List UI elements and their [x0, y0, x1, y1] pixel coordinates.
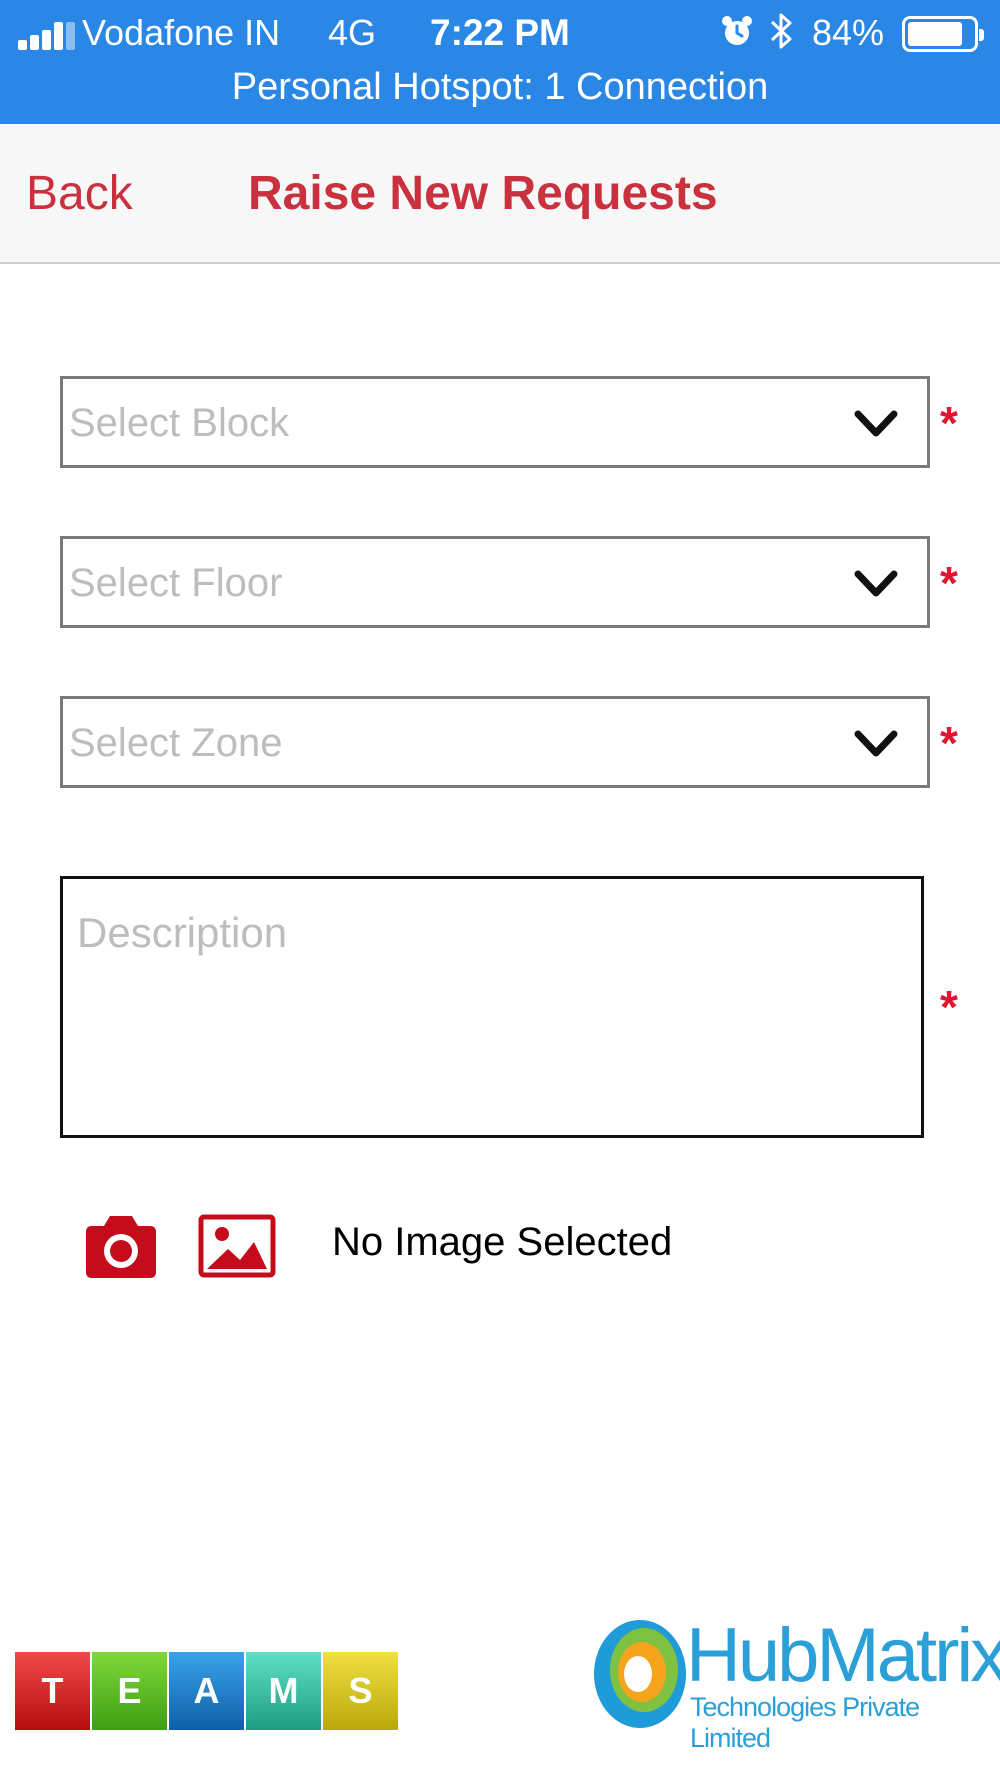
- clock: 7:22 PM: [430, 12, 570, 53]
- required-marker: *: [940, 397, 958, 449]
- required-marker: *: [940, 717, 958, 769]
- company-name: HubMatrix: [686, 1613, 1000, 1698]
- company-tagline: Technologies Private Limited: [690, 1692, 920, 1753]
- back-button[interactable]: Back: [26, 166, 133, 221]
- hubmatrix-logo: HubMatrix Technologies Private Limited: [590, 1612, 1000, 1753]
- chevron-down-icon: [854, 730, 898, 757]
- teams-logo-letter: T: [15, 1652, 90, 1730]
- alarm-icon: [722, 16, 752, 45]
- hubmatrix-mark-icon: [594, 1620, 686, 1728]
- teams-logo-letter: E: [92, 1652, 167, 1730]
- signal-strength-icon: [18, 22, 75, 50]
- status-bar: Vodafone IN 4G 7:22 PM 84% Personal Hots…: [0, 0, 1000, 124]
- battery-icon: [902, 16, 984, 52]
- select-block-placeholder: Select Block: [69, 401, 290, 445]
- select-block-dropdown[interactable]: Select Block: [60, 376, 930, 468]
- battery-percentage: 84%: [812, 12, 885, 53]
- navigation-bar: Back Raise New Requests: [0, 124, 1000, 264]
- required-marker: *: [940, 557, 958, 609]
- select-zone-placeholder: Select Zone: [69, 721, 283, 765]
- description-textarea[interactable]: Description: [60, 876, 924, 1138]
- image-gallery-icon[interactable]: [198, 1214, 276, 1278]
- image-status-text: No Image Selected: [332, 1220, 673, 1264]
- chevron-down-icon: [854, 410, 898, 437]
- camera-icon[interactable]: [82, 1212, 160, 1280]
- select-floor-dropdown[interactable]: Select Floor: [60, 536, 930, 628]
- chevron-down-icon: [854, 570, 898, 597]
- teams-logo-letter: A: [169, 1652, 244, 1730]
- select-floor-placeholder: Select Floor: [69, 561, 283, 605]
- teams-logo-letter: M: [246, 1652, 321, 1730]
- bluetooth-icon: [770, 13, 792, 49]
- required-marker: *: [940, 981, 958, 1033]
- network-type: 4G: [328, 12, 377, 53]
- description-placeholder: Description: [77, 909, 288, 956]
- page-title: Raise New Requests: [248, 167, 718, 220]
- teams-logo-letter: S: [323, 1652, 398, 1730]
- select-zone-dropdown[interactable]: Select Zone: [60, 696, 930, 788]
- carrier-name: Vodafone IN: [82, 12, 281, 53]
- hotspot-banner[interactable]: Personal Hotspot: 1 Connection: [0, 66, 1000, 109]
- teams-logo: T E A M S: [15, 1652, 400, 1730]
